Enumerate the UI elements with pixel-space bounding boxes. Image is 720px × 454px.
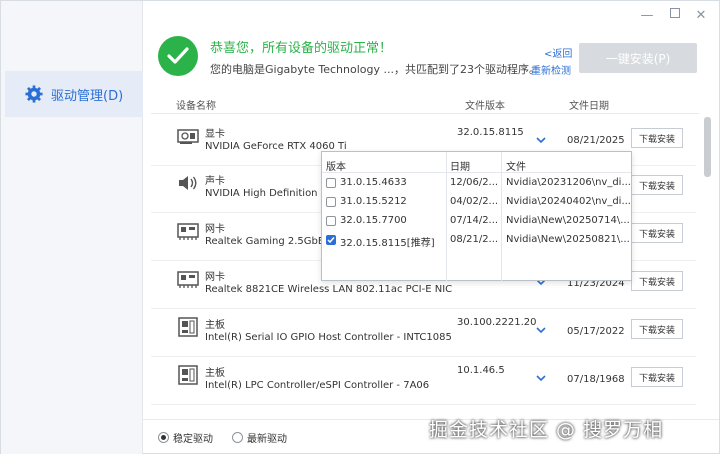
device-category: 网卡 [205, 224, 225, 235]
driver-manager-window: 驱动管理(D) — ✕ 恭喜您，所有设备的驱动正常！ 您的电脑是Gigabyte… [0, 0, 720, 454]
option-date: 12/06/2... [450, 177, 499, 188]
driver-version: 32.0.15.8115 [457, 127, 524, 138]
option-file: Nvidia\20231206\nv_di... [506, 177, 631, 188]
status-title: 恭喜您，所有设备的驱动正常！ [210, 41, 393, 56]
sidebar-item-driver-management[interactable]: 驱动管理(D) [5, 71, 143, 117]
option-version: 31.0.15.5212 [340, 196, 407, 207]
option-file: Nvidia\New\20250821\... [506, 234, 630, 245]
version-checkbox[interactable] [326, 197, 336, 207]
restore-button[interactable] [665, 7, 685, 25]
driver-version: 10.1.46.5 [457, 365, 505, 376]
version-checkbox[interactable] [326, 235, 336, 245]
version-dropdown-popup: 版本 日期 文件 31.0.15.4633 12/06/2... Nvidia\… [321, 151, 632, 282]
version-option[interactable]: 31.0.15.5212 04/02/2... Nvidia\20240402\… [322, 193, 631, 212]
motherboard-icon [178, 365, 198, 385]
option-file: Nvidia\20240402\nv_di... [506, 196, 631, 207]
success-check-icon [158, 36, 198, 76]
latest-driver-radio[interactable]: 最新驱动 [232, 430, 287, 445]
option-date: 08/21/2... [450, 234, 499, 245]
device-category: 显卡 [205, 129, 225, 140]
version-checkbox[interactable] [326, 216, 336, 226]
gear-icon [25, 85, 43, 103]
driver-row: 主板 Intel(R) LPC Controller/eSPI Controll… [151, 353, 696, 405]
option-date: 04/02/2... [450, 196, 499, 207]
back-link[interactable]: <返回 [544, 45, 572, 60]
column-header-date: 文件日期 [569, 101, 609, 112]
network-card-icon [177, 223, 199, 240]
radio-label: 稳定驱动 [173, 434, 213, 445]
dropdown-header-divider [322, 172, 631, 173]
driver-date: 05/17/2022 [567, 326, 625, 337]
version-dropdown-chevron-icon[interactable] [536, 325, 546, 335]
option-date: 07/14/2... [450, 215, 499, 226]
radio-indicator [232, 432, 243, 443]
download-install-button[interactable]: 下载安装 [631, 175, 683, 195]
motherboard-icon [178, 317, 198, 337]
status-subtitle: 您的电脑是Gigabyte Technology ...，共匹配到了23个驱动程… [210, 63, 540, 76]
speaker-icon [179, 176, 197, 190]
version-dropdown-chevron-icon[interactable] [536, 135, 546, 145]
one-key-install-button[interactable]: 一键安装(P) [579, 43, 697, 73]
watermark: 掘金技术社区 @ 搜罗万相 [429, 419, 664, 441]
device-category: 声卡 [205, 176, 225, 187]
minimize-button[interactable]: — [637, 7, 657, 25]
device-name: Realtek Gaming 2.5GbE F [205, 236, 334, 247]
version-option[interactable]: 32.0.15.8115[推荐] 08/21/2... Nvidia\New\2… [322, 231, 631, 250]
scrollbar-thumb[interactable] [704, 117, 711, 177]
version-option[interactable]: 31.0.15.4633 12/06/2... Nvidia\20231206\… [322, 174, 631, 193]
stable-driver-radio[interactable]: 稳定驱动 [158, 430, 213, 445]
device-category: 主板 [205, 320, 225, 331]
download-install-button[interactable]: 下载安装 [631, 128, 683, 148]
dropdown-header-file: 文件 [506, 162, 526, 173]
version-checkbox[interactable] [326, 178, 336, 188]
close-button[interactable]: ✕ [691, 7, 711, 25]
driver-version: 30.100.2221.20 [457, 317, 537, 328]
checkmark-icon [327, 237, 335, 244]
option-version: 31.0.15.4633 [340, 177, 407, 188]
column-header-version: 文件版本 [465, 101, 505, 112]
version-option[interactable]: 32.0.15.7700 07/14/2... Nvidia\New\20250… [322, 212, 631, 231]
sidebar-item-label: 驱动管理(D) [51, 88, 124, 104]
driver-date: 07/18/1968 [567, 374, 625, 385]
option-version: 32.0.15.8115[推荐] [340, 238, 435, 249]
option-version: 32.0.15.7700 [340, 215, 407, 226]
version-dropdown-chevron-icon[interactable] [536, 373, 546, 383]
device-name: NVIDIA High Definition Au [205, 188, 334, 199]
column-header-device: 设备名称 [176, 101, 216, 112]
network-card-icon [177, 271, 199, 288]
device-name: Intel(R) Serial IO GPIO Host Controller … [205, 332, 452, 343]
gpu-icon [177, 129, 199, 144]
option-file: Nvidia\New\20250714\... [506, 215, 630, 226]
sidebar: 驱动管理(D) [1, 1, 143, 454]
device-name: Realtek 8821CE Wireless LAN 802.11ac PCI… [205, 284, 453, 295]
driver-row: 主板 Intel(R) Serial IO GPIO Host Controll… [151, 305, 696, 357]
download-install-button[interactable]: 下载安装 [631, 271, 683, 291]
device-name: Intel(R) LPC Controller/eSPI Controller … [205, 380, 430, 391]
download-install-button[interactable]: 下载安装 [631, 319, 683, 339]
recheck-link[interactable]: 重新检测 [531, 62, 571, 77]
radio-label: 最新驱动 [247, 434, 287, 445]
restore-icon [670, 8, 680, 18]
download-install-button[interactable]: 下载安装 [631, 367, 683, 387]
radio-indicator [158, 432, 169, 443]
dropdown-header-version: 版本 [326, 162, 346, 173]
device-category: 主板 [205, 368, 225, 379]
device-category: 网卡 [205, 272, 225, 283]
download-install-button[interactable]: 下载安装 [631, 223, 683, 243]
driver-date: 08/21/2025 [567, 135, 625, 146]
dropdown-header-date: 日期 [450, 162, 470, 173]
